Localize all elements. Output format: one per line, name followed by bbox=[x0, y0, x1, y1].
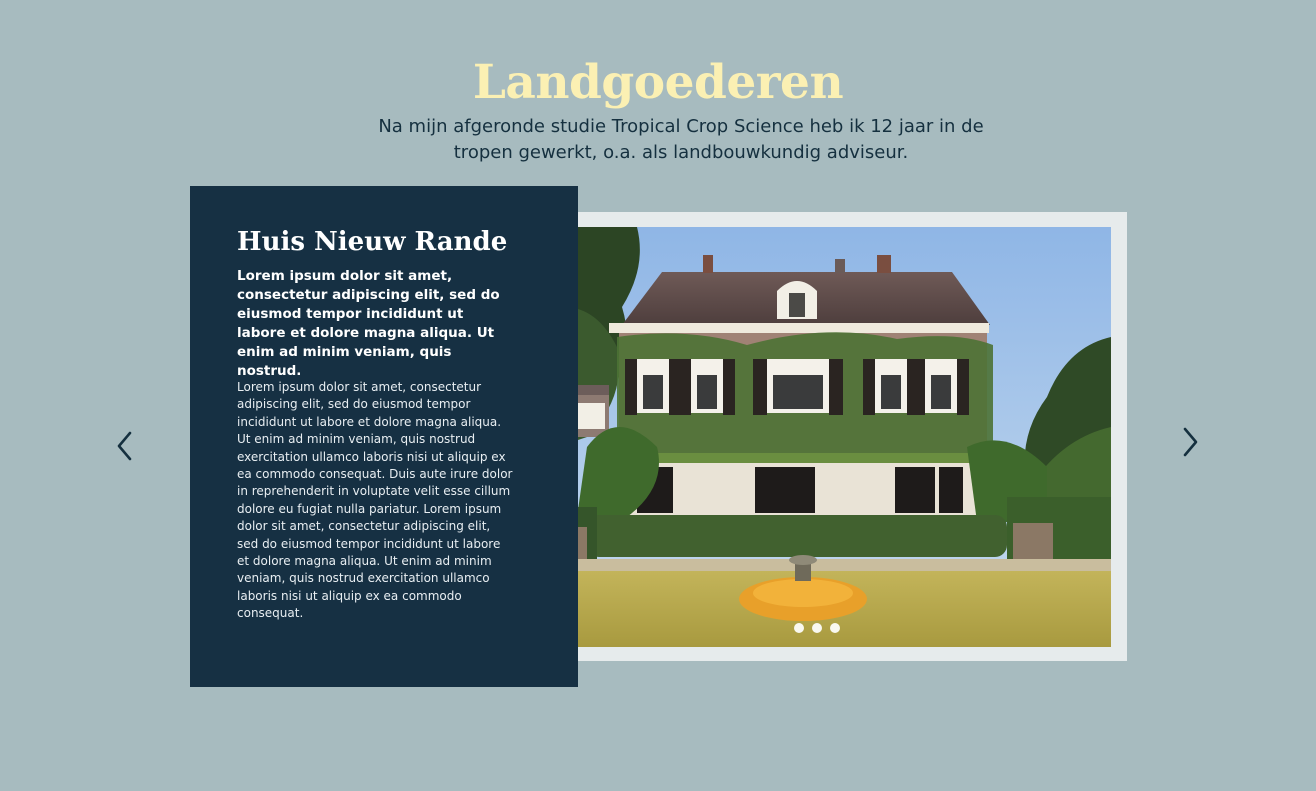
chevron-left-icon bbox=[117, 431, 132, 461]
chevron-right-icon bbox=[1183, 427, 1198, 457]
carousel-dot-3[interactable] bbox=[830, 623, 840, 633]
carousel-dot-1[interactable] bbox=[794, 623, 804, 633]
slide-lead-text: Lorem ipsum dolor sit amet, consectetur … bbox=[237, 268, 500, 379]
intro-text: Na mijn afgeronde studie Tropical Crop S… bbox=[378, 116, 984, 163]
carousel-next-button[interactable] bbox=[1172, 420, 1208, 464]
estate-photo bbox=[527, 227, 1111, 647]
slide-body-text: Lorem ipsum dolor sit amet, consectetur … bbox=[237, 380, 513, 621]
carousel-prev-button[interactable] bbox=[107, 424, 143, 468]
carousel-dot-2[interactable] bbox=[812, 623, 822, 633]
page-title: Landgoederen bbox=[472, 55, 844, 110]
slide-text-panel: Huis Nieuw Rande Lorem ipsum dolor sit a… bbox=[190, 186, 578, 687]
slide-title: Huis Nieuw Rande bbox=[237, 227, 508, 257]
carousel-pagination bbox=[794, 623, 840, 633]
